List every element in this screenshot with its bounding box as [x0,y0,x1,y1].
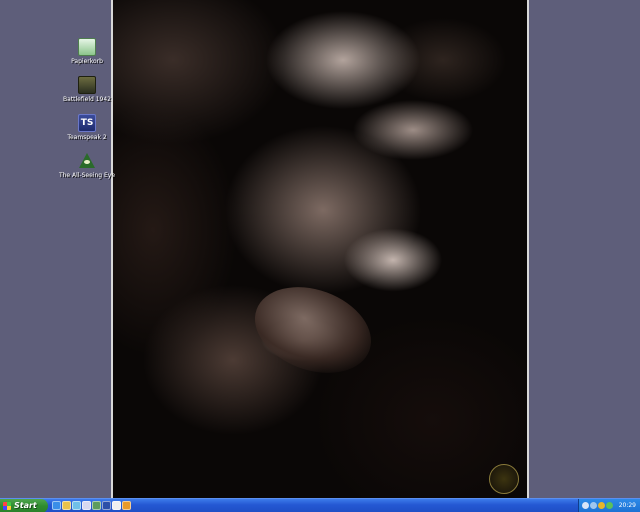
volume-icon[interactable] [582,502,589,509]
taskbar-clock[interactable]: 20:29 [619,499,636,512]
security-icon[interactable] [122,501,131,510]
desktop-wallpaper [111,0,529,498]
desktop-icon-teamspeak[interactable]: TS Teamspeak 2 [52,114,122,142]
system-tray: 20:29 [578,499,640,512]
taskbar: Start 20:29 [0,498,640,512]
settings-icon[interactable] [112,501,121,510]
network-icon[interactable] [102,501,111,510]
quicklaunch-bar [52,501,131,511]
all-seeing-eye-icon [78,152,96,170]
recycle-bin-icon [78,38,96,56]
ie-icon[interactable] [52,501,61,510]
desktop-icon-label: Teamspeak 2 [67,134,107,141]
messenger-icon[interactable] [606,502,613,509]
desktop-icon-all-seeing-eye[interactable]: The All-Seeing Eye [52,152,122,180]
desktop-icon-recycle-bin[interactable]: Papierkorb [52,38,122,66]
desktop-icon-label: Papierkorb [71,58,103,65]
desktop-icon-battlefield[interactable]: Battlefield 1942 [52,76,122,104]
mail-icon[interactable] [82,501,91,510]
desktop-icon-label: The All-Seeing Eye [58,172,116,179]
start-button[interactable]: Start [0,499,48,512]
wallpaper-seal-icon [489,464,519,494]
wallpaper-face-shading [113,0,527,498]
media-icon[interactable] [72,501,81,510]
folder-icon[interactable] [62,501,71,510]
windows-flag-icon [3,502,11,510]
start-button-label: Start [14,501,37,510]
teamspeak-icon: TS [78,114,96,132]
desktop-icon-label: Battlefield 1942 [63,96,111,103]
app-icon[interactable] [92,501,101,510]
network-status-icon[interactable] [590,502,597,509]
tray-icons [582,502,613,509]
antivirus-icon[interactable] [598,502,605,509]
battlefield-icon [78,76,96,94]
